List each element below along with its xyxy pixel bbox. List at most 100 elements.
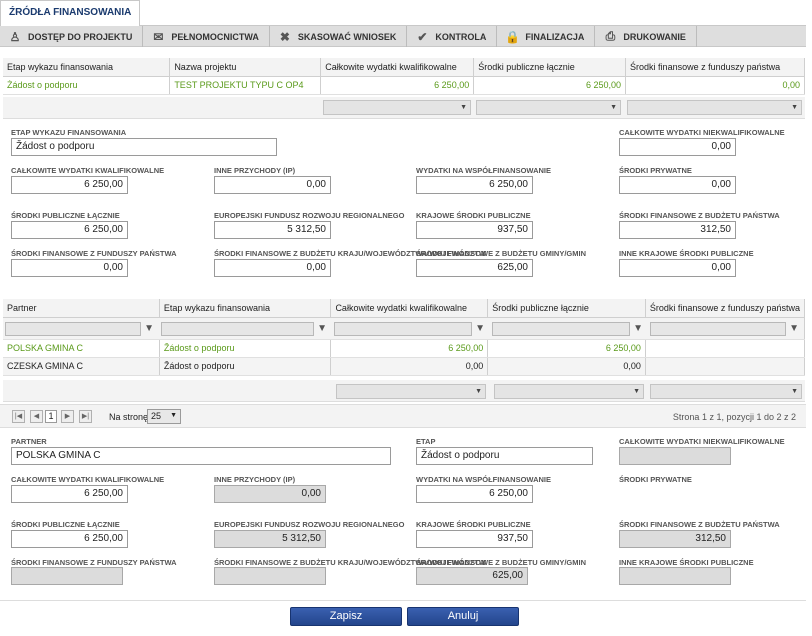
filter-icon: ▼ [475,323,485,334]
spl2-field[interactable]: 6 250,00 [11,530,128,548]
table-cell: 0,00 [625,76,805,95]
table-cell: CZESKA GMINA C [3,357,160,376]
chevron-down-icon: ▼ [170,412,177,419]
page-input[interactable]: 1 [45,410,57,423]
per-page-select[interactable]: 25 ▼ [147,409,181,424]
last-page-icon[interactable]: ▶| [79,410,92,423]
pelnomocnictwa-button[interactable]: ✉ PEŁNOMOCNICTWA [143,26,270,47]
spl-field[interactable]: 6 250,00 [11,221,128,239]
column-header[interactable]: Nazwa projektu [169,58,322,77]
filter-input[interactable]: ▼ [492,322,643,336]
finalizacja-button[interactable]: 🔒 FINALIZACJA [497,26,596,47]
filter-input[interactable]: ▼ [5,322,154,336]
etap2-field[interactable]: Žádost o podporu [416,447,593,465]
kontrola-button[interactable]: ✔ KONTROLA [407,26,498,47]
partner-field[interactable]: POLSKA GMINA C [11,447,391,465]
chevron-down-icon: ▼ [633,388,640,395]
column-header[interactable]: Środki finansowe z funduszy państwa [625,58,805,77]
close-icon: ✖ [279,29,290,44]
column-select[interactable]: ▼ [476,100,621,115]
drukowanie-button[interactable]: ⎙ DRUKOWANIE [595,26,697,47]
sfbk2-field [214,567,326,585]
column-select[interactable]: ▼ [323,100,471,115]
first-page-icon[interactable]: |◀ [12,410,25,423]
filter-input[interactable]: ▼ [161,322,327,336]
etap-label: ETAP WYKAZU FINANSOWANIA [11,128,127,137]
sffp2-label: ŚRODKI FINANSOWE Z FUNDUSZY PAŃSTWA [11,558,177,567]
table-cell: 6 250,00 [320,76,475,95]
ksp-field[interactable]: 937,50 [416,221,533,239]
cancel-button[interactable]: Anuluj [407,607,519,626]
table-row[interactable]: Żádost o podporu TEST PROJEKTU TYPU C OP… [3,76,805,95]
sffp-field[interactable]: 0,00 [11,259,128,277]
filter-icon: ▼ [144,323,154,334]
filter-icon: ▼ [633,323,643,334]
iksp2-field [619,567,731,585]
column-header[interactable]: Etap wykazu finansowania [159,299,332,318]
column-select[interactable]: ▼ [336,384,486,399]
ksp2-label: KRAJOWE ŚRODKI PUBLICZNE [416,520,531,529]
sp-field[interactable]: 0,00 [619,176,736,194]
table-row[interactable]: CZESKA GMINA C Žádost o podporu 0,00 0,0… [3,357,806,376]
table-cell [645,357,806,376]
sfbp2-field: 312,50 [619,530,731,548]
cwn2-field [619,447,731,465]
next-page-icon[interactable]: ▶ [61,410,74,423]
sfbk-field[interactable]: 0,00 [214,259,331,277]
spl-label: ŚRODKI PUBLICZNE ŁĄCZNIE [11,211,120,220]
dostep-do-projektu-button[interactable]: ♙ DOSTĘP DO PROJEKTU [0,26,144,47]
efrr2-field: 5 312,50 [214,530,326,548]
column-select[interactable]: ▼ [494,384,644,399]
filter-input[interactable]: ▼ [334,322,485,336]
column-header[interactable]: Etap wykazu finansowania [3,58,171,77]
column-header[interactable]: Środki publiczne łącznie [473,58,627,77]
ip-field[interactable]: 0,00 [214,176,331,194]
cwk2-field[interactable]: 6 250,00 [11,485,128,503]
table-cell [645,339,806,358]
wnw-label: WYDATKI NA WSPÓŁFINANSOWANIE [416,166,551,175]
efrr-field[interactable]: 5 312,50 [214,221,331,239]
spl2-label: ŚRODKI PUBLICZNE ŁĄCZNIE [11,520,120,529]
sfbp-field[interactable]: 312,50 [619,221,736,239]
save-button[interactable]: Zapisz [290,607,402,626]
iksp-field[interactable]: 0,00 [619,259,736,277]
cwk-field[interactable]: 6 250,00 [11,176,128,194]
column-select[interactable]: ▼ [627,100,802,115]
sp-label: ŚRODKI PRYWATNE [619,166,692,175]
column-header[interactable]: Środki publiczne łącznie [487,299,646,318]
efrr-label: EUROPEJSKI FUNDUSZ ROZWOJU REGIONALNEGO [214,211,405,220]
sfbp2-label: ŚRODKI FINANSOWE Z BUDŻETU PAŃSTWA [619,520,780,529]
column-select[interactable]: ▼ [650,384,802,399]
table-cell: 6 250,00 [487,339,646,358]
sfbg-field[interactable]: 625,00 [416,259,533,277]
partner-label: PARTNER [11,437,47,446]
prev-page-icon[interactable]: ◀ [30,410,43,423]
column-header[interactable]: Całkowite wydatki kwalifikowalne [320,58,475,77]
iksp-label: INNE KRAJOWE ŚRODKI PUBLICZNE [619,249,754,258]
table-cell: 6 250,00 [330,339,489,358]
sp2-label: ŚRODKI PRYWATNE [619,475,692,484]
iksp2-label: INNE KRAJOWE ŚRODKI PUBLICZNE [619,558,754,567]
divider [0,600,806,601]
chevron-down-icon: ▼ [791,104,798,111]
sffp2-field [11,567,123,585]
table-row[interactable]: POLSKA GMINA C Žádost o podporu 6 250,00… [3,339,806,358]
skasowac-wniosek-button[interactable]: ✖ SKASOWAĆ WNIOSEK [270,26,408,47]
sfbp-label: ŚRODKI FINANSOWE Z BUDŻETU PAŃSTWA [619,211,780,220]
tab-zrodla-finansowania[interactable]: ŹRÓDŁA FINANSOWANIA [0,0,141,26]
envelope-icon: ✉ [153,29,164,44]
chevron-down-icon: ▼ [475,388,482,395]
ksp2-field[interactable]: 937,50 [416,530,533,548]
cwn-field[interactable]: 0,00 [619,138,736,156]
column-header[interactable]: Środki finansowe z funduszy państwa [645,299,806,318]
wnw-field[interactable]: 6 250,00 [416,176,533,194]
filter-input[interactable]: ▼ [650,322,799,336]
column-header[interactable]: Całkowite wydatki kwalifikowalne [330,299,489,318]
etap-field[interactable]: Žádost o podporu [11,138,277,156]
printer-icon: ⎙ [605,29,616,43]
column-header[interactable]: Partner [3,299,160,318]
sffp-label: ŚRODKI FINANSOWE Z FUNDUSZY PAŃSTWA [11,249,177,258]
wnw2-field[interactable]: 6 250,00 [416,485,533,503]
wnw2-label: WYDATKI NA WSPÓŁFINANSOWANIE [416,475,551,484]
table-cell: 0,00 [487,357,646,376]
